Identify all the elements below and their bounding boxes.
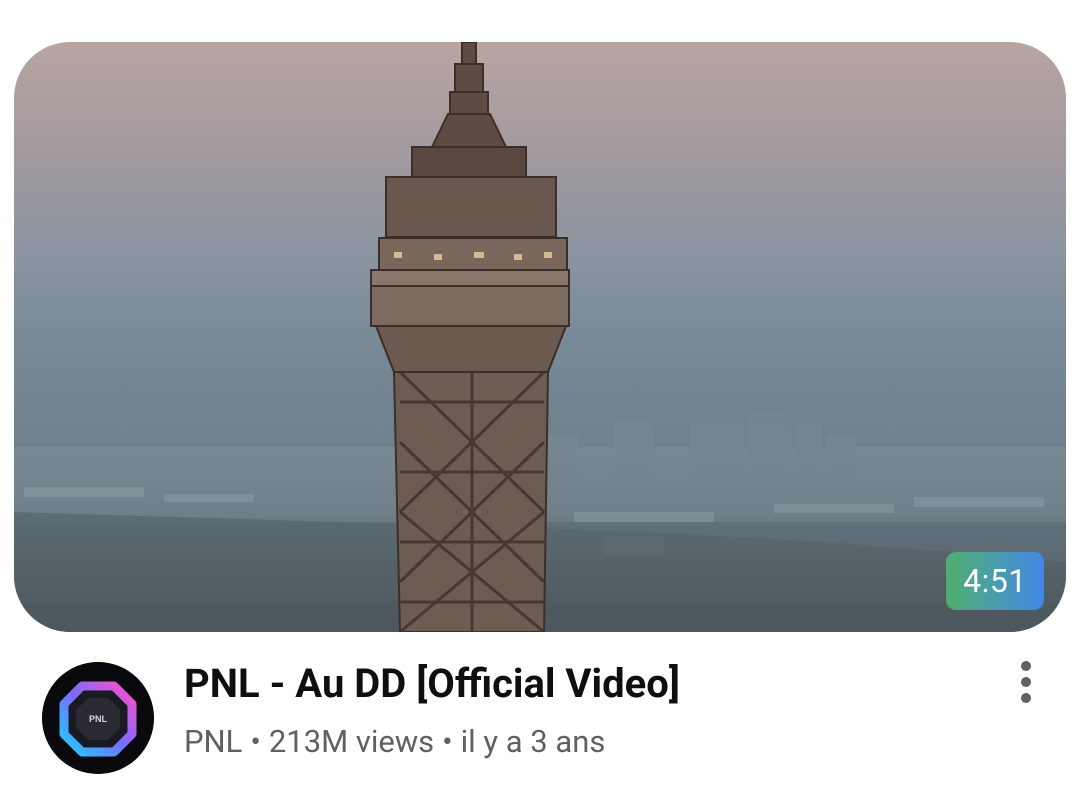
- channel-avatar[interactable]: PNL: [42, 662, 154, 774]
- pnl-octagon-logo-icon: PNL: [42, 662, 154, 774]
- channel-name[interactable]: PNL: [184, 723, 242, 760]
- more-options-button[interactable]: [1006, 656, 1046, 708]
- duration-badge: 4:51: [946, 552, 1044, 610]
- more-vert-icon-dot: [1021, 693, 1031, 703]
- view-count: 213M views: [268, 723, 435, 760]
- meta-separator: •: [442, 723, 453, 760]
- video-thumbnail[interactable]: 4:51: [14, 42, 1066, 632]
- more-vert-icon-dot: [1021, 677, 1031, 687]
- avatar-text: PNL: [89, 714, 108, 724]
- video-card[interactable]: 4:51 PNL PNL - Au DD [Official Video] PN…: [0, 0, 1080, 800]
- video-title[interactable]: PNL - Au DD [Official Video]: [184, 660, 680, 708]
- video-meta: PNL • 213M views • il y a 3 ans: [184, 722, 605, 762]
- upload-age: il y a 3 ans: [460, 723, 606, 760]
- more-vert-icon: [1021, 661, 1031, 671]
- eiffel-tower-thumbnail-image: [14, 42, 1066, 632]
- meta-separator: •: [250, 723, 261, 760]
